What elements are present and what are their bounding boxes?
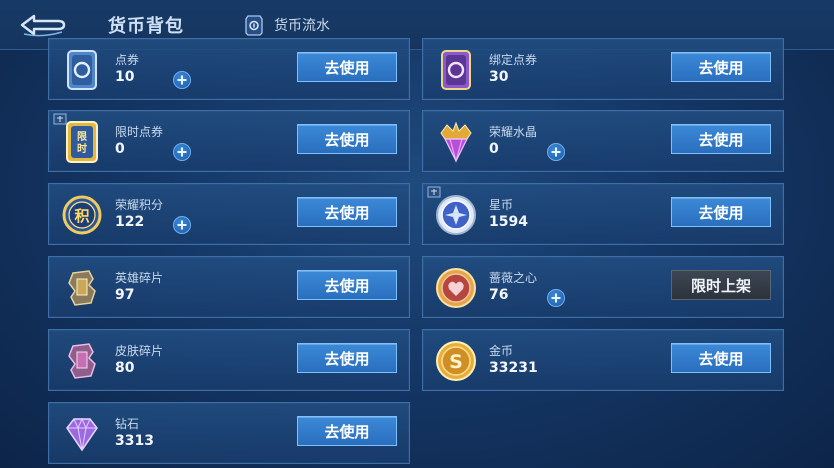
use-glory-points-button[interactable]: 去使用 — [297, 197, 397, 227]
svg-text:时: 时 — [77, 142, 87, 155]
use-diamond-button[interactable]: 去使用 — [297, 416, 397, 446]
currency-name: 皮肤碎片 — [115, 344, 164, 358]
currency-card-rose-heart: 蔷薇之心 76 限时上架 — [422, 256, 784, 318]
add-glory-crystal-button[interactable] — [547, 143, 565, 161]
use-coupon-button[interactable]: 去使用 — [297, 52, 397, 82]
currency-card-gold-coin: S 金币 33231 去使用 — [422, 329, 784, 391]
use-limited-coupon-button[interactable]: 去使用 — [297, 124, 397, 154]
star-coin-icon — [436, 195, 476, 235]
use-hero-fragment-button[interactable]: 去使用 — [297, 270, 397, 300]
limited-release-button[interactable]: 限时上架 — [671, 270, 771, 300]
gold-coin-icon: S — [436, 341, 476, 381]
diamond-icon — [66, 417, 98, 452]
currency-count: 0 — [115, 141, 125, 157]
currency-name: 金币 — [489, 344, 514, 358]
add-coupon-button[interactable] — [173, 71, 191, 89]
glory-points-icon: 积 — [62, 195, 102, 235]
use-skin-fragment-button[interactable]: 去使用 — [297, 343, 397, 373]
currency-count: 3313 — [115, 433, 154, 449]
currency-count: 76 — [489, 287, 509, 303]
add-limited-coupon-button[interactable] — [173, 143, 191, 161]
currency-card-glory-crystal: 荣耀水晶 0 去使用 — [422, 110, 784, 172]
currency-name: 限时点券 — [115, 125, 164, 139]
currency-card-glory-points: 积 荣耀积分 122 去使用 — [48, 183, 410, 245]
currency-card-limited-coupon: 限 时 限时点券 0 去使用 — [48, 110, 410, 172]
currency-count: 10 — [115, 69, 135, 85]
use-star-coin-button[interactable]: 去使用 — [671, 197, 771, 227]
svg-text:S: S — [449, 351, 463, 373]
currency-flow-label: 货币流水 — [274, 18, 330, 34]
currency-name: 绑定点券 — [489, 53, 538, 67]
currency-card-hero-fragment: 英雄碎片 97 去使用 — [48, 256, 410, 318]
currency-card-bound-coupon: 绑定点券 30 去使用 — [422, 38, 784, 100]
currency-count: 122 — [115, 214, 145, 230]
hero-fragment-icon — [68, 270, 96, 306]
currency-flow-icon — [245, 15, 263, 36]
currency-name: 荣耀积分 — [115, 198, 164, 212]
currency-count: 80 — [115, 360, 135, 376]
rose-heart-icon — [436, 268, 476, 308]
page-title: 货币背包 — [108, 16, 184, 37]
svg-text:限: 限 — [77, 131, 88, 143]
currency-card-skin-fragment: 皮肤碎片 80 去使用 — [48, 329, 410, 391]
currency-card-diamond: 钻石 3313 去使用 — [48, 402, 410, 464]
currency-count: 97 — [115, 287, 135, 303]
currency-card-star-coin: 星币 1594 去使用 — [422, 183, 784, 245]
add-rose-heart-button[interactable] — [547, 289, 565, 307]
use-bound-coupon-button[interactable]: 去使用 — [671, 52, 771, 82]
svg-text:积: 积 — [74, 207, 89, 225]
currency-count: 0 — [489, 141, 499, 157]
use-gold-coin-button[interactable]: 去使用 — [671, 343, 771, 373]
currency-card-coupon: 点券 10 去使用 — [48, 38, 410, 100]
currency-name: 荣耀水晶 — [489, 125, 538, 139]
currency-count: 30 — [489, 69, 509, 85]
limited-coupon-icon: 限 时 — [66, 121, 98, 163]
add-glory-points-button[interactable] — [173, 216, 191, 234]
bound-coupon-card-icon — [441, 50, 471, 90]
use-glory-crystal-button[interactable]: 去使用 — [671, 124, 771, 154]
currency-name: 英雄碎片 — [115, 271, 164, 285]
coupon-card-icon — [67, 50, 97, 90]
currency-name: 星币 — [489, 198, 514, 212]
currency-name: 蔷薇之心 — [489, 271, 538, 285]
currency-name: 点券 — [115, 53, 140, 67]
currency-name: 钻石 — [115, 417, 140, 431]
currency-flow-link[interactable]: 货币流水 — [244, 14, 330, 36]
currency-count: 33231 — [489, 360, 538, 376]
glory-crystal-icon — [440, 121, 472, 163]
back-arrow-icon[interactable] — [18, 12, 66, 38]
currency-count: 1594 — [489, 214, 528, 230]
skin-fragment-icon — [68, 343, 96, 379]
